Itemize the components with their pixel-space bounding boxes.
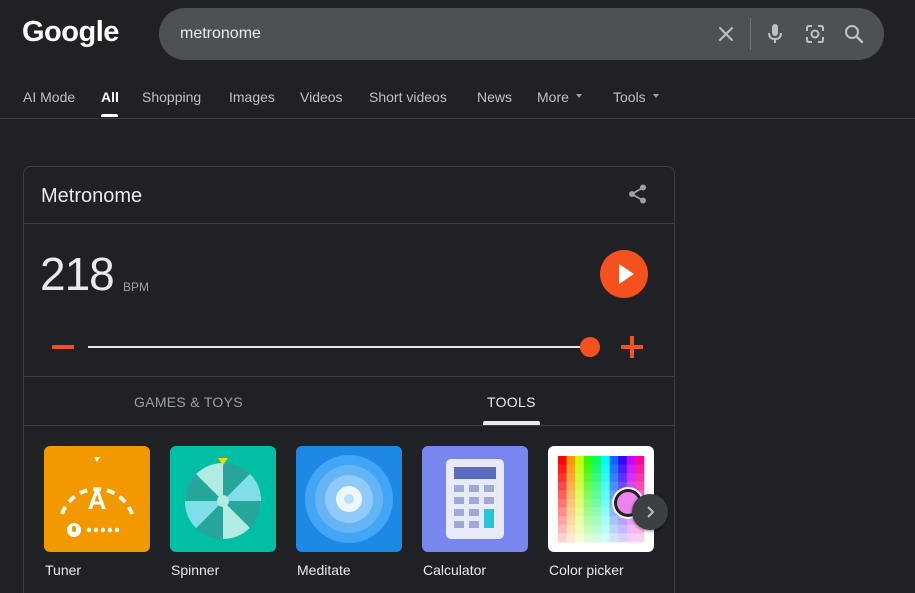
tuner-icon: A (60, 457, 134, 537)
google-logo[interactable]: Google (22, 16, 119, 49)
card-title: Metronome (41, 185, 143, 207)
tab-ai-mode[interactable]: AI Mode (23, 89, 75, 105)
card-divider (24, 376, 674, 377)
microphone-icon[interactable] (763, 22, 787, 46)
chevron-down-icon (652, 94, 659, 99)
chevron-down-icon (575, 94, 582, 99)
tab-videos[interactable]: Videos (300, 89, 343, 105)
slider-handle[interactable] (579, 337, 600, 357)
card-divider (24, 223, 674, 224)
tab-tools-category[interactable]: TOOLS (487, 394, 536, 410)
search-header: Google AI Mode All Shopping Images Video… (0, 0, 915, 119)
bpm-value: 218 (40, 248, 115, 300)
decrease-tempo-button[interactable] (52, 337, 74, 359)
meditate-icon (305, 455, 393, 543)
camera-lens-icon[interactable] (803, 22, 827, 46)
tool-label: Color picker (549, 562, 624, 578)
card-divider (24, 425, 674, 426)
spinner-tile (170, 446, 276, 552)
calculator-tile (422, 446, 528, 552)
tab-short-videos[interactable]: Short videos (369, 89, 447, 105)
tab-news[interactable]: News (477, 89, 512, 105)
tab-more[interactable]: More (537, 89, 582, 105)
tab-shopping[interactable]: Shopping (142, 89, 201, 105)
calculator-icon (446, 459, 504, 539)
tab-images[interactable]: Images (229, 89, 275, 105)
active-tab-indicator (101, 114, 118, 117)
tab-tools-label: Tools (613, 89, 646, 105)
play-button[interactable] (600, 250, 648, 298)
search-input[interactable] (180, 22, 700, 46)
search-icon[interactable] (842, 22, 866, 46)
tool-label: Calculator (423, 562, 487, 578)
search-divider (750, 18, 751, 50)
tab-tools[interactable]: Tools (613, 89, 659, 105)
tuner-letter: A (88, 485, 107, 515)
search-bar[interactable] (159, 8, 884, 60)
tool-label: Spinner (171, 562, 220, 578)
tool-meditate[interactable]: Meditate (296, 446, 402, 578)
spinner-wheel-icon (184, 458, 262, 540)
bpm-unit: BPM (123, 280, 150, 294)
tool-tuner[interactable]: A Tuner (44, 446, 150, 578)
minus-icon (52, 345, 74, 349)
next-tools-button[interactable] (632, 494, 668, 530)
increase-tempo-button[interactable] (621, 336, 643, 358)
search-tabs: AI Mode All Shopping Images Videos Short… (0, 86, 915, 119)
tab-games-and-toys[interactable]: GAMES & TOYS (134, 394, 243, 410)
close-icon[interactable] (714, 22, 738, 46)
tool-label: Meditate (297, 562, 351, 578)
tab-more-label: More (537, 89, 569, 105)
tab-all[interactable]: All (101, 89, 119, 105)
play-icon (619, 264, 634, 284)
tool-spinner[interactable]: Spinner (170, 446, 276, 578)
tempo-slider[interactable] (88, 346, 600, 348)
slider-fill (88, 346, 590, 348)
tool-calculator[interactable]: Calculator (422, 446, 528, 578)
tool-label: Tuner (45, 562, 82, 578)
chevron-right-icon (647, 506, 655, 518)
meditate-tile (296, 446, 402, 552)
tuner-tile: A (44, 446, 150, 552)
share-icon[interactable] (627, 183, 649, 205)
metronome-card: Metronome 218 BPM GAMES & TOYS TOOLS A T… (23, 166, 675, 593)
